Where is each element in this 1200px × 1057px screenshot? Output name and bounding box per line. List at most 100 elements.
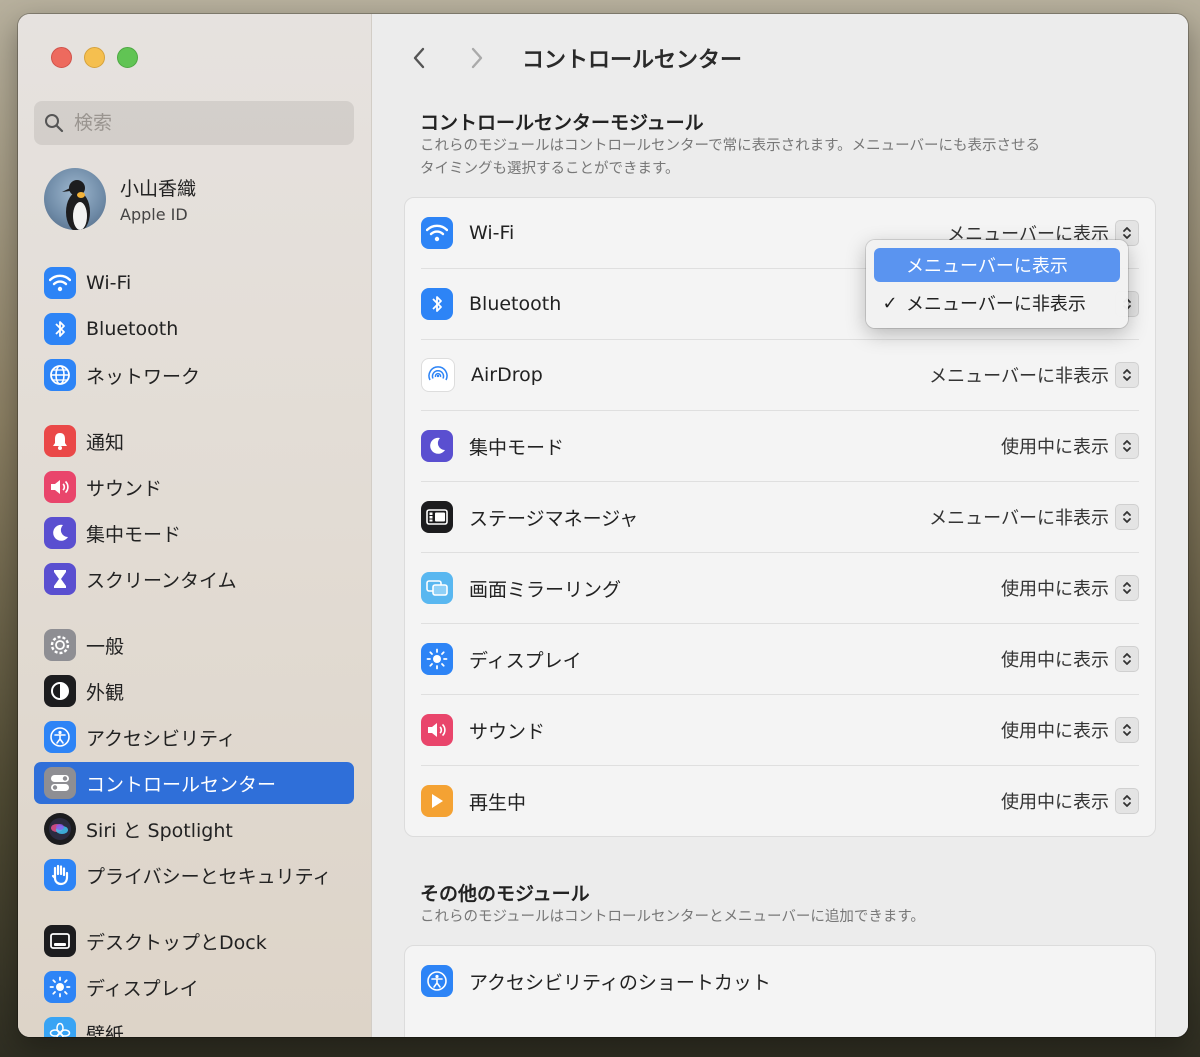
select-value: 使用中に表示 xyxy=(1001,437,1109,458)
select-value: 使用中に表示 xyxy=(1001,579,1109,600)
sidebar-item-siri-spotlight[interactable]: Siri と Spotlight xyxy=(34,808,354,850)
sidebar-item-sound[interactable]: サウンド xyxy=(34,466,354,508)
minimize-button[interactable] xyxy=(84,47,105,68)
menubar-visibility-select[interactable]: 使用中に表示 xyxy=(1001,788,1139,814)
accessibility-icon xyxy=(44,721,76,753)
module-label: ステージマネージャ xyxy=(469,507,639,530)
sidebar-item-accessibility[interactable]: アクセシビリティ xyxy=(34,716,354,758)
airdrop-icon xyxy=(421,358,455,392)
select-value: メニューバーに非表示 xyxy=(929,508,1109,529)
close-button[interactable] xyxy=(51,47,72,68)
menubar-visibility-select[interactable]: メニューバーに非表示 xyxy=(929,504,1139,530)
avatar xyxy=(44,168,106,230)
stage-manager-icon xyxy=(421,501,453,533)
control-center-icon xyxy=(44,767,76,799)
moon-icon xyxy=(44,517,76,549)
updown-chevron-icon xyxy=(1115,717,1139,743)
sidebar: 小山香織 Apple ID Wi-Fi Bluetooth xyxy=(18,14,372,1037)
sidebar-item-label: 壁紙 xyxy=(86,1023,125,1038)
popup-option-label: メニューバーに非表示 xyxy=(906,294,1086,315)
dock-icon xyxy=(44,925,76,957)
toolbar: コントロールセンター xyxy=(404,42,742,74)
sidebar-item-wifi[interactable]: Wi-Fi xyxy=(34,262,354,304)
sidebar-item-label: サウンド xyxy=(86,477,163,500)
sidebar-item-label: Bluetooth xyxy=(86,318,179,340)
sidebar-item-label: 集中モード xyxy=(86,523,182,546)
menubar-visibility-select[interactable]: 使用中に表示 xyxy=(1001,575,1139,601)
updown-chevron-icon xyxy=(1115,504,1139,530)
sidebar-item-desktop-dock[interactable]: デスクトップとDock xyxy=(34,920,354,962)
select-value: 使用中に表示 xyxy=(1001,650,1109,671)
modules-section-title: コントロールセンターモジュール xyxy=(420,112,704,134)
bell-icon xyxy=(44,425,76,457)
sidebar-item-focus[interactable]: 集中モード xyxy=(34,512,354,554)
search-input[interactable] xyxy=(72,111,336,135)
search-icon xyxy=(45,114,64,133)
sidebar-item-control-center[interactable]: コントロールセンター xyxy=(34,762,354,804)
checkmark-icon: ✓ xyxy=(882,292,898,314)
appearance-icon xyxy=(44,675,76,707)
popup-option-hide-in-menubar[interactable]: ✓ メニューバーに非表示 xyxy=(874,286,1120,320)
module-label: 集中モード xyxy=(469,436,565,459)
module-label: アクセシビリティのショートカット xyxy=(469,971,771,994)
moon-icon xyxy=(421,430,453,462)
select-value: 使用中に表示 xyxy=(1001,792,1109,813)
display-icon xyxy=(421,643,453,675)
sidebar-item-label: プライバシーとセキュリティ xyxy=(86,865,332,888)
profile-subtitle: Apple ID xyxy=(120,205,188,224)
sidebar-item-notifications[interactable]: 通知 xyxy=(34,420,354,462)
hand-icon xyxy=(44,859,76,891)
sidebar-item-general[interactable]: 一般 xyxy=(34,624,354,666)
modules-desc-line-2: タイミングも選択することができます。 xyxy=(420,161,680,177)
apple-id-profile[interactable]: 小山香織 Apple ID xyxy=(44,168,196,230)
sidebar-item-label: コントロールセンター xyxy=(86,773,277,796)
menubar-visibility-select[interactable]: 使用中に表示 xyxy=(1001,646,1139,672)
sidebar-item-wallpaper[interactable]: 壁紙 xyxy=(34,1012,354,1037)
module-row-sound: サウンド 使用中に表示 xyxy=(421,695,1139,766)
sidebar-item-label: スクリーンタイム xyxy=(86,569,237,592)
wallpaper-icon xyxy=(44,1017,76,1037)
popup-option-show-in-menubar[interactable]: メニューバーに表示 xyxy=(874,248,1120,282)
hourglass-icon xyxy=(44,563,76,595)
sidebar-item-label: 一般 xyxy=(86,635,125,658)
speaker-icon xyxy=(44,471,76,503)
siri-icon xyxy=(44,813,76,845)
screen-mirroring-icon xyxy=(421,572,453,604)
module-row-display: ディスプレイ 使用中に表示 xyxy=(421,624,1139,695)
page-title: コントロールセンター xyxy=(522,48,743,73)
other-modules-card: アクセシビリティのショートカット xyxy=(404,945,1156,1037)
sidebar-item-appearance[interactable]: 外観 xyxy=(34,670,354,712)
gear-icon xyxy=(44,629,76,661)
menubar-visibility-select[interactable]: 使用中に表示 xyxy=(1001,433,1139,459)
zoom-button[interactable] xyxy=(117,47,138,68)
sidebar-item-network[interactable]: ネットワーク xyxy=(34,354,354,396)
play-icon xyxy=(421,785,453,817)
module-row-screen-mirroring: 画面ミラーリング 使用中に表示 xyxy=(421,553,1139,624)
sidebar-item-privacy-security[interactable]: プライバシーとセキュリティ xyxy=(34,854,354,896)
sidebar-item-label: アクセシビリティ xyxy=(86,727,236,750)
sidebar-item-label: ネットワーク xyxy=(86,365,201,388)
other-section-description: これらのモジュールはコントロールセンターとメニューバーに追加できます。 xyxy=(420,909,925,925)
module-label: サウンド xyxy=(469,720,546,743)
sidebar-item-label: Wi-Fi xyxy=(86,272,132,294)
globe-icon xyxy=(44,359,76,391)
menubar-visibility-select[interactable]: 使用中に表示 xyxy=(1001,717,1139,743)
settings-window: 小山香織 Apple ID Wi-Fi Bluetooth xyxy=(18,14,1188,1037)
profile-name: 小山香織 xyxy=(120,178,197,200)
sidebar-item-label: ディスプレイ xyxy=(86,977,199,1000)
module-row-airdrop: AirDrop メニューバーに非表示 xyxy=(421,340,1139,411)
menubar-visibility-select[interactable]: メニューバーに非表示 xyxy=(929,362,1139,388)
menubar-visibility-popup: メニューバーに表示 ✓ メニューバーに非表示 xyxy=(866,240,1128,328)
module-row-focus: 集中モード 使用中に表示 xyxy=(421,411,1139,482)
search-field[interactable] xyxy=(34,101,354,145)
display-icon xyxy=(44,971,76,1003)
module-label: 再生中 xyxy=(469,791,527,814)
bluetooth-icon xyxy=(44,313,76,345)
forward-button[interactable] xyxy=(462,43,492,73)
sidebar-item-label: デスクトップとDock xyxy=(86,931,267,954)
back-button[interactable] xyxy=(404,43,434,73)
sidebar-item-bluetooth[interactable]: Bluetooth xyxy=(34,308,354,350)
wifi-icon xyxy=(44,267,76,299)
sidebar-item-screen-time[interactable]: スクリーンタイム xyxy=(34,558,354,600)
sidebar-item-display[interactable]: ディスプレイ xyxy=(34,966,354,1008)
